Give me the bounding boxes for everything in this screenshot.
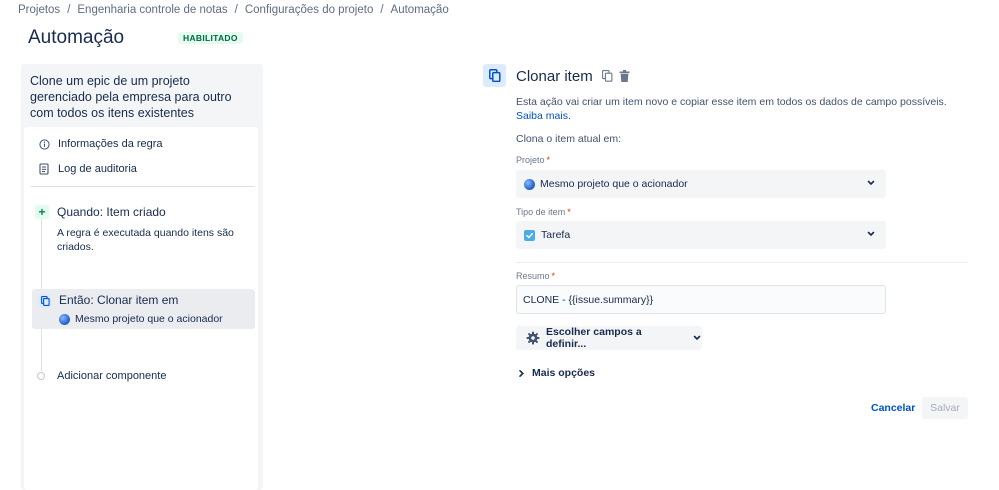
project-field-label: Projeto * — [516, 155, 550, 165]
required-marker: * — [567, 207, 571, 217]
breadcrumb-project-settings[interactable]: Configurações do projeto — [245, 4, 374, 16]
action-description: Esta ação vai criar um item novo e copia… — [516, 95, 971, 123]
project-select[interactable]: Mesmo projeto que o acionador — [516, 170, 886, 198]
summary-label-text: Resumo — [516, 271, 550, 281]
trigger-title: Quando: Item criado — [57, 205, 166, 219]
sidebar-item-rule-details[interactable]: Informações da regra — [37, 137, 163, 151]
rule-components-card: Informações da regra Log de auditoria + … — [24, 127, 258, 490]
clone-icon — [38, 294, 52, 308]
project-globe-icon — [59, 313, 70, 325]
issue-type-label-text: Tipo de item — [516, 207, 566, 217]
breadcrumb-project[interactable]: Engenharia controle de notas — [77, 4, 227, 16]
sidebar-item-label: Informações da regra — [58, 138, 163, 150]
required-marker: * — [551, 271, 556, 281]
more-options-toggle[interactable]: Mais opções — [517, 367, 595, 379]
audit-log-icon — [37, 162, 51, 176]
breadcrumb-separator: / — [380, 4, 384, 16]
action-panel-title: Clonar item — [516, 68, 593, 85]
action-title: Então: Clonar item em — [59, 293, 179, 307]
chevron-down-icon — [692, 333, 702, 343]
breadcrumb-projetos[interactable]: Projetos — [18, 4, 60, 16]
trash-icon[interactable] — [617, 69, 631, 83]
info-icon — [37, 137, 51, 151]
choose-fields-label: Escolher campos a definir... — [546, 326, 642, 350]
sidebar-item-label: Log de auditoria — [58, 163, 137, 175]
sidebar-item-audit-log[interactable]: Log de auditoria — [37, 162, 137, 176]
chevron-down-icon — [866, 178, 876, 188]
choose-fields-button[interactable]: Escolher campos a definir... — [516, 326, 702, 350]
action-step[interactable]: Então: Clonar item em Mesmo projeto que … — [32, 289, 255, 329]
action-description-text: Esta ação vai criar um item novo e copia… — [516, 96, 947, 108]
rule-sidebar: Clone um epic de um projeto gerenciado p… — [21, 64, 263, 490]
timeline-connector — [41, 329, 42, 371]
required-marker: * — [546, 155, 551, 165]
gear-icon — [526, 331, 540, 345]
project-label-text: Projeto — [516, 155, 545, 165]
save-button[interactable]: Salvar — [922, 397, 968, 419]
timeline-connector — [41, 219, 42, 289]
add-component-button[interactable]: Adicionar componente — [37, 370, 166, 382]
divider — [31, 186, 255, 187]
clone-icon — [483, 64, 506, 87]
chevron-down-icon — [866, 229, 876, 239]
cancel-button[interactable]: Cancelar — [865, 397, 921, 419]
issue-type-select-value: Tarefa — [541, 229, 571, 241]
rule-name[interactable]: Clone um epic de um projeto gerenciado p… — [30, 73, 254, 121]
learn-more-link[interactable]: Saiba mais. — [516, 110, 571, 122]
summary-field-label: Resumo * — [516, 271, 555, 281]
add-component-dot-icon — [37, 372, 45, 380]
add-component-label: Adicionar componente — [57, 370, 167, 382]
status-badge: HABILITADO — [178, 32, 243, 44]
project-globe-icon — [524, 178, 535, 190]
divider — [516, 262, 968, 263]
breadcrumb-separator: / — [234, 4, 238, 16]
breadcrumb: Projetos / Engenharia controle de notas … — [18, 4, 449, 16]
trigger-description: A regra é executada quando itens são cri… — [57, 227, 234, 253]
action-subtitle: Mesmo projeto que o acionador — [59, 313, 223, 325]
breadcrumb-separator: / — [67, 4, 71, 16]
summary-input[interactable] — [516, 285, 886, 314]
more-options-label: Mais opções — [532, 367, 596, 379]
issue-type-select[interactable]: Tarefa — [516, 221, 886, 249]
breadcrumb-automation[interactable]: Automação — [391, 4, 449, 16]
issue-type-field-label: Tipo de item * — [516, 207, 571, 217]
project-select-value: Mesmo projeto que o acionador — [540, 178, 688, 190]
clone-into-label: Clona o item atual em: — [516, 133, 622, 145]
task-checkbox-icon — [524, 229, 535, 241]
page-title: Automação — [28, 27, 125, 48]
copy-icon[interactable] — [600, 69, 614, 83]
plus-icon: + — [35, 205, 49, 219]
chevron-right-icon — [517, 369, 526, 378]
action-subtitle-text: Mesmo projeto que o acionador — [75, 313, 223, 325]
trigger-step[interactable]: + Quando: Item criado — [35, 205, 166, 219]
